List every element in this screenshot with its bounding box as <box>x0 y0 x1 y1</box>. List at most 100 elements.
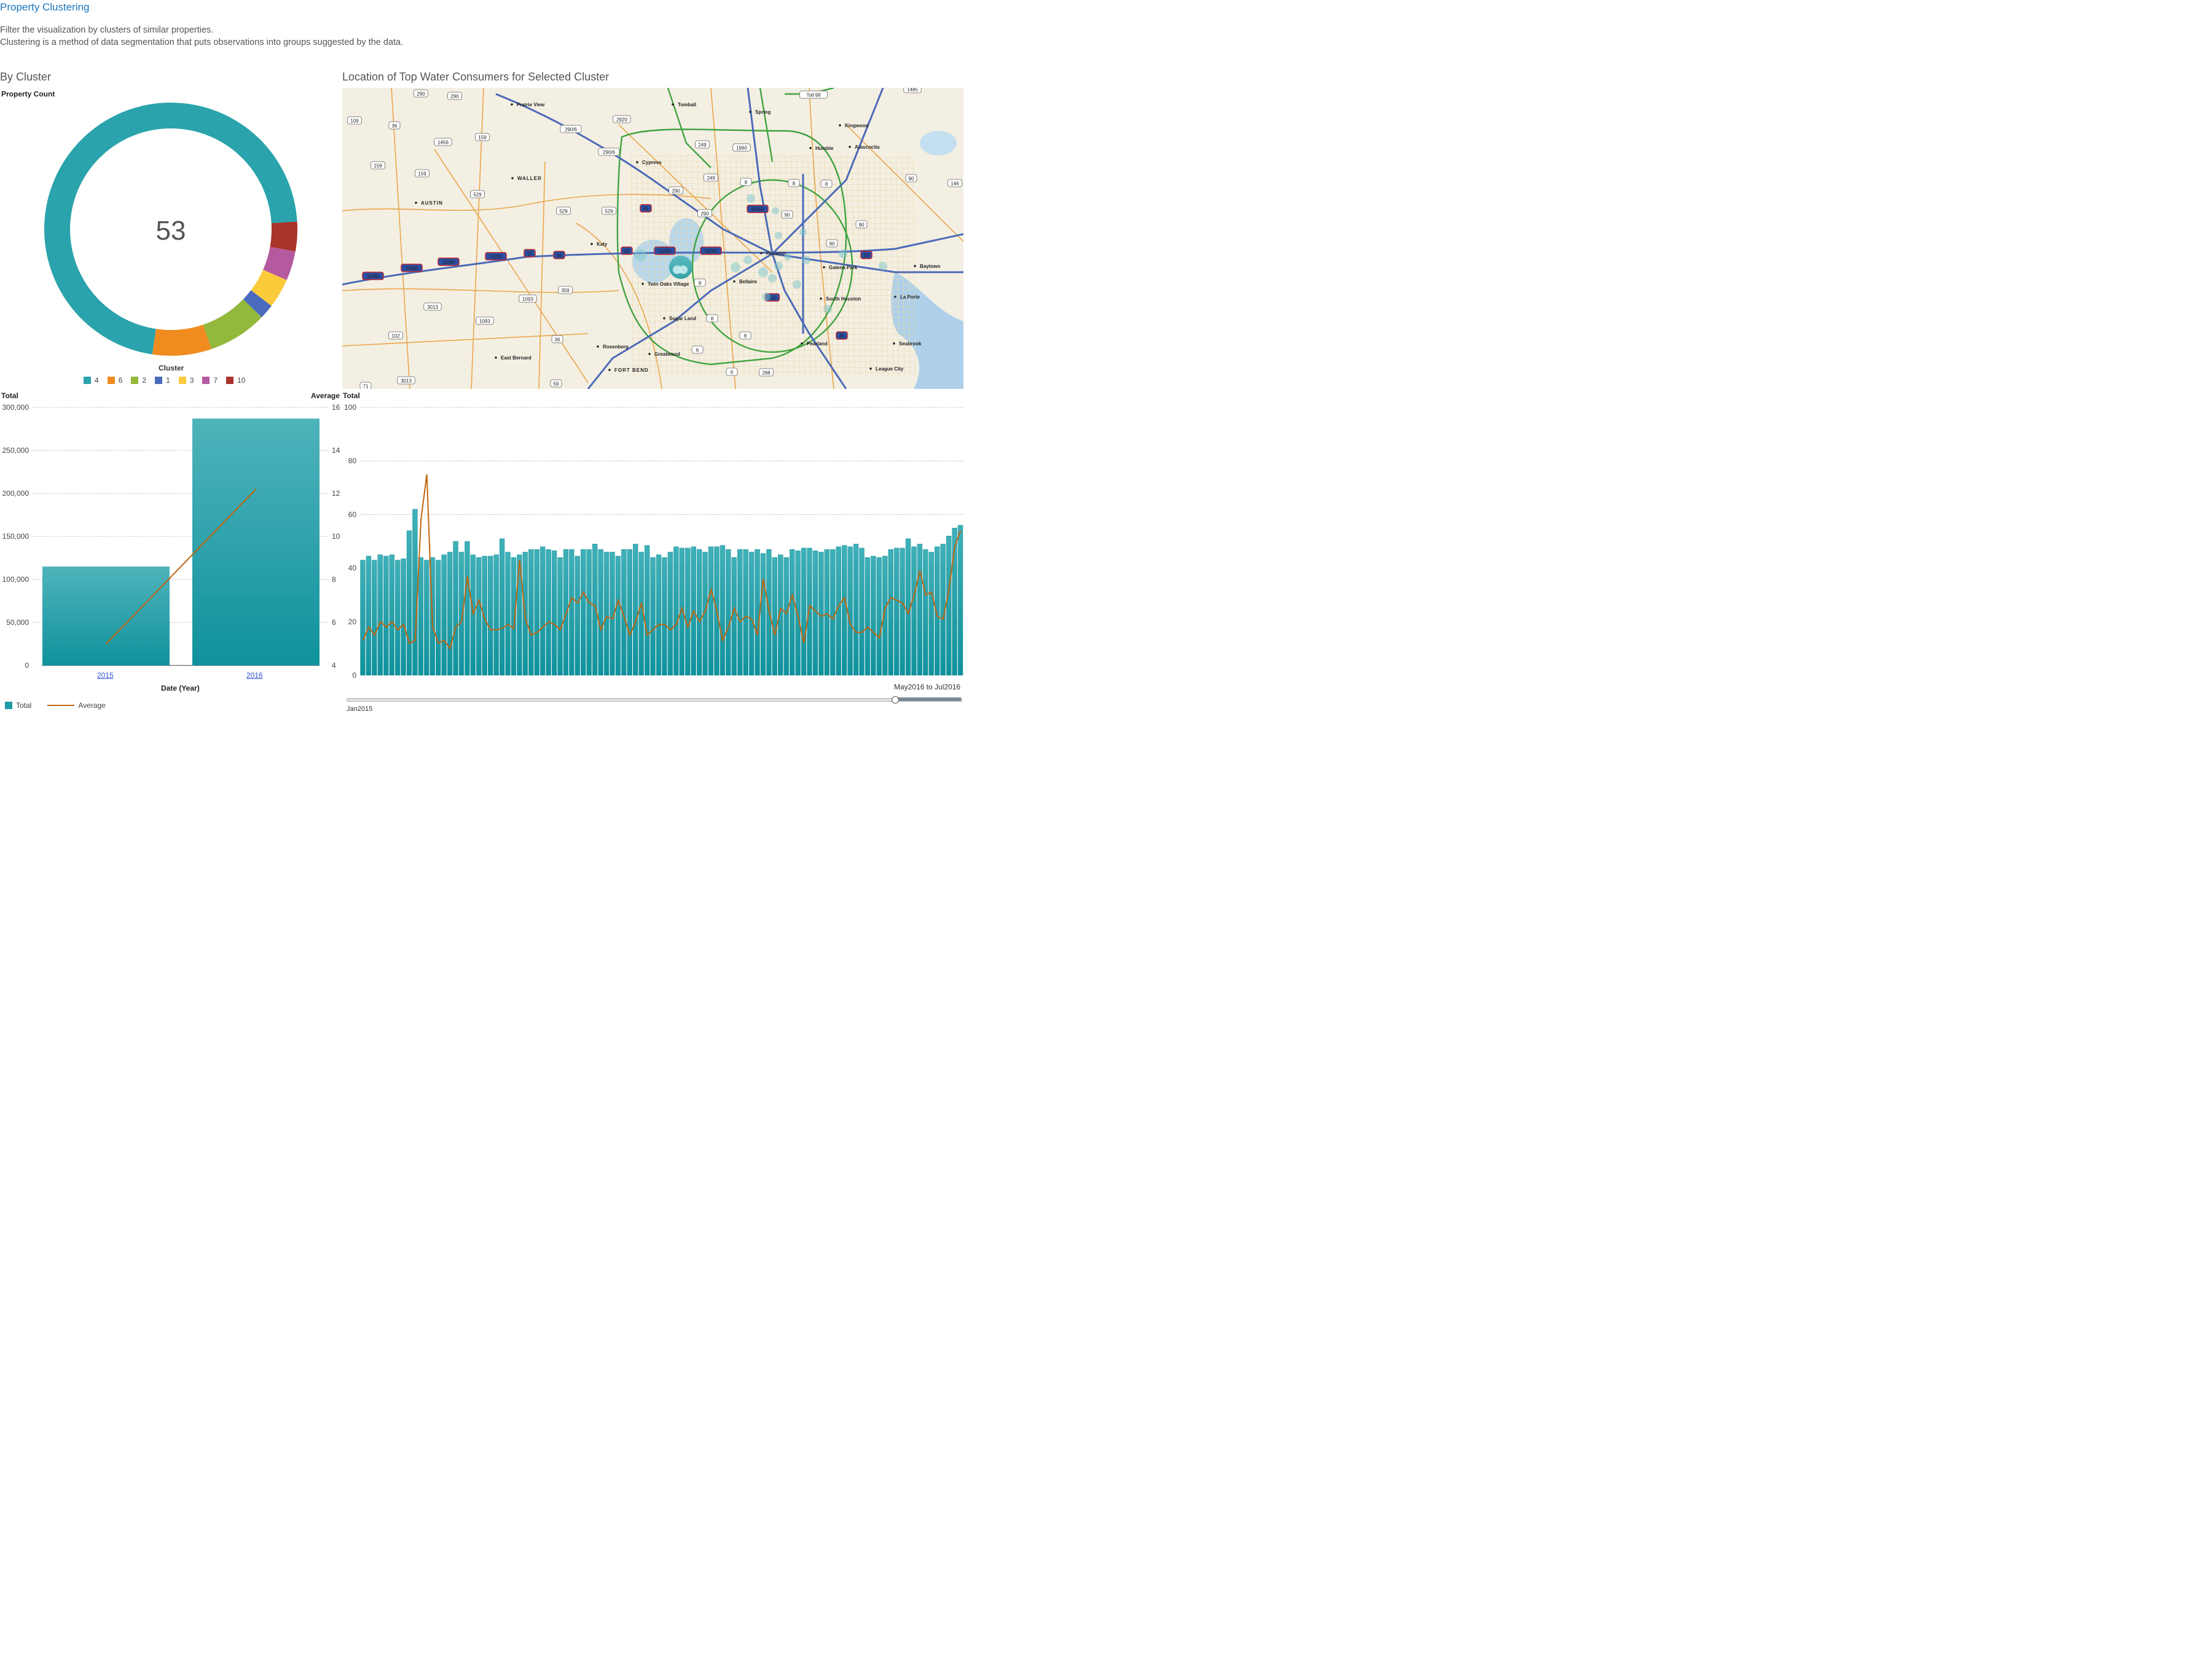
monthly-total-bar[interactable] <box>743 549 748 676</box>
monthly-total-bar[interactable] <box>644 545 650 676</box>
monthly-total-bar[interactable] <box>957 525 963 676</box>
monthly-total-bar[interactable] <box>748 552 755 676</box>
monthly-total-bar[interactable] <box>783 557 789 676</box>
monthly-total-bar[interactable] <box>900 547 905 676</box>
monthly-total-bar[interactable] <box>708 546 714 676</box>
monthly-total-bar[interactable] <box>401 559 406 676</box>
monthly-total-bar[interactable] <box>859 547 865 676</box>
consumer-marker[interactable] <box>793 280 801 289</box>
donut-slice-cluster-10[interactable] <box>270 221 297 252</box>
monthly-total-bar[interactable] <box>795 551 801 676</box>
monthly-total-bar[interactable] <box>685 547 691 676</box>
monthly-total-bar[interactable] <box>726 549 731 676</box>
consumer-marker[interactable] <box>768 274 777 283</box>
monthly-total-bar[interactable] <box>493 554 499 676</box>
consumer-marker[interactable] <box>784 253 791 261</box>
monthly-total-bar[interactable] <box>790 549 795 676</box>
monthly-total-bar[interactable] <box>824 549 830 676</box>
monthly-total-bar[interactable] <box>528 549 534 676</box>
monthly-total-bar[interactable] <box>847 546 853 676</box>
monthly-total-bar[interactable] <box>488 555 493 676</box>
monthly-total-bar[interactable] <box>505 552 511 676</box>
monthly-total-bar[interactable] <box>569 549 575 676</box>
date-range-slider[interactable] <box>347 698 962 702</box>
monthly-total-bar[interactable] <box>818 552 824 676</box>
monthly-total-bar[interactable] <box>627 549 632 676</box>
monthly-total-bar[interactable] <box>360 560 366 676</box>
monthly-total-bar[interactable] <box>760 553 766 676</box>
monthly-total-bar[interactable] <box>476 557 482 676</box>
monthly-total-bar[interactable] <box>546 549 551 676</box>
monthly-total-bar[interactable] <box>412 509 418 676</box>
monthly-total-bar[interactable] <box>598 549 603 676</box>
total-bar-2015[interactable] <box>42 567 170 665</box>
legend-item-cluster-3[interactable]: 3 <box>178 376 194 385</box>
monthly-total-bar[interactable] <box>865 557 871 676</box>
legend-item-cluster-2[interactable]: 2 <box>131 376 146 385</box>
monthly-total-bar[interactable] <box>772 557 778 676</box>
consumer-marker[interactable] <box>758 267 768 277</box>
legend-item-cluster-7[interactable]: 7 <box>202 376 218 385</box>
monthly-total-bar[interactable] <box>928 552 934 676</box>
monthly-total-bar[interactable] <box>946 536 952 676</box>
monthly-total-bar[interactable] <box>673 546 679 676</box>
monthly-total-bar[interactable] <box>755 549 760 676</box>
monthly-total-bar[interactable] <box>911 546 917 676</box>
monthly-total-bar[interactable] <box>499 538 505 676</box>
monthly-total-bar[interactable] <box>394 560 401 676</box>
monthly-total-bar[interactable] <box>720 545 726 676</box>
consumer-marker[interactable] <box>747 194 755 203</box>
monthly-total-bar[interactable] <box>540 546 546 676</box>
x-link-2016[interactable]: 2016 <box>246 671 263 680</box>
slider-selected-range[interactable] <box>894 697 961 701</box>
monthly-total-bar[interactable] <box>366 555 372 676</box>
monthly-total-bar[interactable] <box>557 557 563 676</box>
monthly-total-bar[interactable] <box>662 557 667 676</box>
monthly-total-bar[interactable] <box>534 549 539 676</box>
monthly-total-bar[interactable] <box>876 557 882 676</box>
consumer-marker[interactable] <box>802 256 810 264</box>
monthly-total-bar[interactable] <box>807 547 812 676</box>
monthly-total-bar[interactable] <box>453 541 458 676</box>
donut-chart[interactable]: 53 <box>0 98 342 387</box>
monthly-total-bar[interactable] <box>406 530 412 676</box>
monthly-total-bar[interactable] <box>656 554 662 676</box>
consumer-marker[interactable] <box>839 249 847 258</box>
consumer-marker[interactable] <box>731 262 740 272</box>
monthly-total-bar[interactable] <box>667 552 673 676</box>
monthly-total-bar[interactable] <box>650 557 656 676</box>
consumer-marker[interactable] <box>879 262 887 270</box>
legend-item-cluster-6[interactable]: 6 <box>107 376 122 385</box>
monthly-total-bar[interactable] <box>917 544 923 676</box>
monthly-total-bar[interactable] <box>436 560 441 676</box>
consumer-marker[interactable] <box>799 229 807 236</box>
monthly-total-bar[interactable] <box>581 549 586 676</box>
donut-slice-cluster-6[interactable] <box>152 324 212 356</box>
consumer-marker[interactable] <box>634 249 646 261</box>
consumer-marker[interactable] <box>679 265 688 274</box>
monthly-total-bar[interactable] <box>575 555 581 676</box>
monthly-total-bar[interactable] <box>888 549 893 676</box>
consumer-marker[interactable] <box>772 207 779 214</box>
monthly-total-bar[interactable] <box>842 545 847 676</box>
monthly-total-bar[interactable] <box>603 552 610 676</box>
monthly-total-bar[interactable] <box>696 549 702 676</box>
legend-item-cluster-10[interactable]: 10 <box>226 376 245 385</box>
monthly-total-bar[interactable] <box>615 555 621 676</box>
legend-item-cluster-4[interactable]: 4 <box>84 376 99 385</box>
monthly-total-bar[interactable] <box>633 544 638 676</box>
monthly-total-bar[interactable] <box>482 555 487 676</box>
x-link-2015[interactable]: 2015 <box>97 671 114 680</box>
consumer-marker[interactable] <box>774 262 783 270</box>
legend-item-cluster-1[interactable]: 1 <box>155 376 170 385</box>
monthly-total-bar[interactable] <box>465 541 470 676</box>
consumer-marker[interactable] <box>823 305 832 313</box>
monthly-total-bar[interactable] <box>853 544 859 676</box>
total-bar-2016[interactable] <box>192 418 320 665</box>
monthly-total-bar[interactable] <box>372 560 377 676</box>
monthly-total-bar[interactable] <box>737 549 743 676</box>
monthly-total-bar[interactable] <box>923 549 928 676</box>
monthly-total-bar[interactable] <box>441 554 447 676</box>
monthly-total-bar[interactable] <box>418 557 424 676</box>
consumer-marker[interactable] <box>775 232 782 239</box>
